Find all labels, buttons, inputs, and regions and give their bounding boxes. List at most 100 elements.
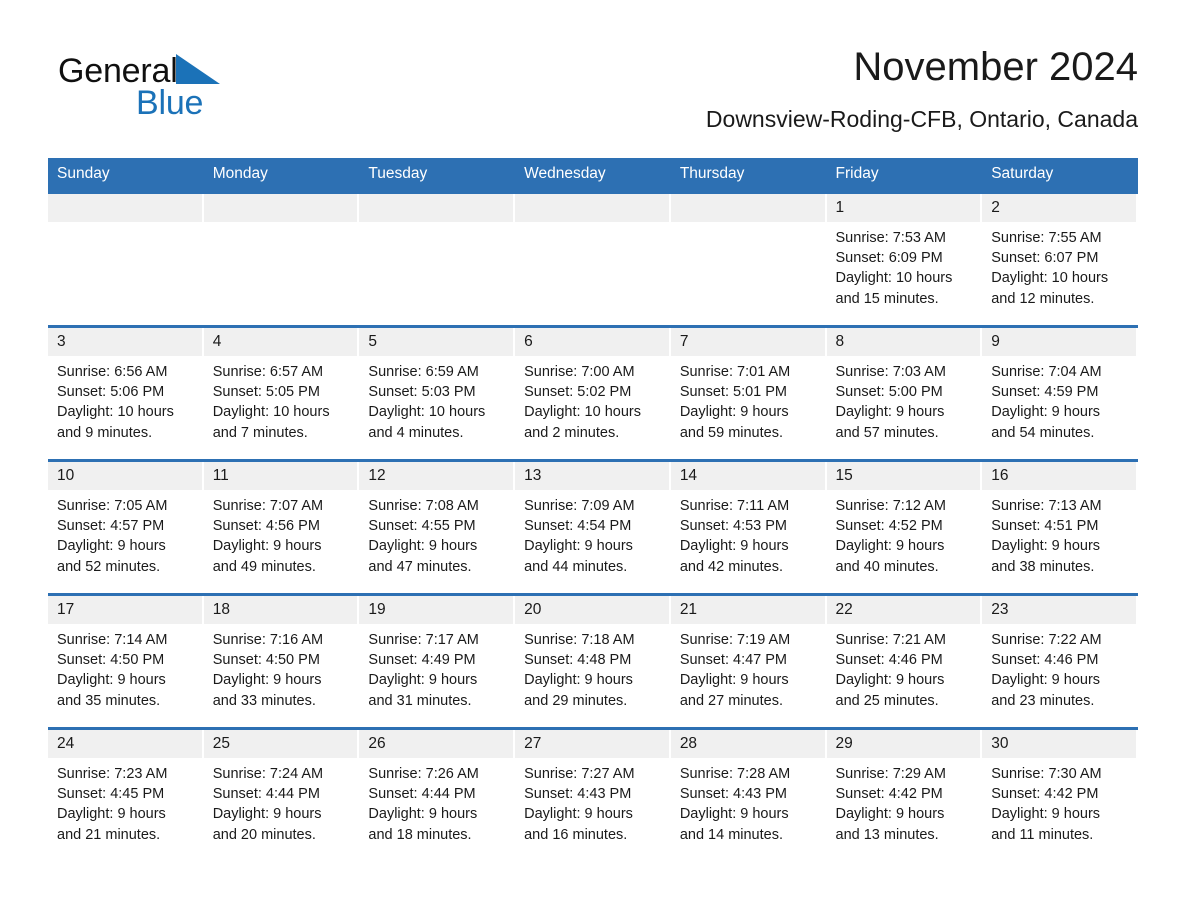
- day-cell[interactable]: 11 Sunrise: 7:07 AM Sunset: 4:56 PM Dayligh…: [203, 459, 360, 595]
- sunrise-text: Sunrise: 7:29 AM: [835, 766, 946, 782]
- day-cell[interactable]: 30 Sunrise: 7:30 AM Sunset: 4:42 PM Dayligh…: [982, 727, 1138, 861]
- day-cell[interactable]: [359, 191, 516, 327]
- sunset-text: Sunset: 4:47 PM: [679, 652, 788, 669]
- calendar-table: Sunday Monday Tuesday Wednesday Thursday…: [48, 158, 1138, 861]
- weekday-header-monday: Monday: [203, 158, 360, 193]
- day-cell[interactable]: 6 Sunrise: 7:00 AM Sunset: 5:02 PM Daylight…: [515, 325, 671, 461]
- daylight-text-line2: and 13 minutes.: [835, 826, 939, 843]
- day-details: Sunrise: 7:01 AM Sunset: 5:01 PM Daylight:…: [671, 356, 825, 443]
- sunset-text: Sunset: 6:09 PM: [835, 250, 943, 267]
- daylight-text-line2: and 42 minutes.: [679, 558, 783, 575]
- day-cell[interactable]: 7 Sunrise: 7:01 AM Sunset: 5:01 PM Daylight…: [670, 325, 827, 461]
- title-block: November 2024 Downsview-Roding-CFB, Onta…: [338, 42, 1138, 136]
- day-details: Sunrise: 7:13 AM Sunset: 4:51 PM Daylight:…: [982, 490, 1136, 577]
- daylight-text-line1: Daylight: 9 hours: [991, 404, 1101, 421]
- day-cell[interactable]: [515, 191, 671, 327]
- day-details: [515, 222, 669, 228]
- sunset-text: Sunset: 4:59 PM: [991, 384, 1099, 401]
- sunrise-text: Sunrise: 7:00 AM: [524, 364, 635, 380]
- day-details: Sunrise: 7:09 AM Sunset: 4:54 PM Daylight:…: [515, 490, 669, 577]
- day-cell[interactable]: 2 Sunrise: 7:55 AM Sunset: 6:07 PM Daylight…: [982, 191, 1138, 327]
- daylight-text-line2: and 31 minutes.: [368, 692, 472, 709]
- day-details: Sunrise: 7:53 AM Sunset: 6:09 PM Daylight:…: [827, 222, 981, 309]
- daylight-text-line2: and 54 minutes.: [991, 424, 1095, 441]
- day-cell[interactable]: 17 Sunrise: 7:14 AM Sunset: 4:50 PM Dayligh…: [48, 593, 204, 729]
- day-cell[interactable]: [48, 191, 204, 327]
- sunset-text: Sunset: 4:52 PM: [835, 518, 943, 535]
- daylight-text-line2: and 38 minutes.: [991, 558, 1095, 575]
- day-details: Sunrise: 6:59 AM Sunset: 5:03 PM Daylight:…: [359, 356, 513, 443]
- sunrise-text: Sunrise: 7:30 AM: [991, 766, 1102, 782]
- day-cell[interactable]: 28 Sunrise: 7:28 AM Sunset: 4:43 PM Dayligh…: [670, 727, 827, 861]
- daylight-text-line2: and 25 minutes.: [835, 692, 939, 709]
- logo-triangle-icon: [175, 54, 220, 84]
- day-cell[interactable]: 27 Sunrise: 7:27 AM Sunset: 4:43 PM Dayligh…: [515, 727, 671, 861]
- day-details: Sunrise: 7:24 AM Sunset: 4:44 PM Daylight:…: [204, 758, 358, 845]
- day-cell[interactable]: 14 Sunrise: 7:11 AM Sunset: 4:53 PM Dayligh…: [670, 459, 827, 595]
- day-cell[interactable]: 9 Sunrise: 7:04 AM Sunset: 4:59 PM Daylight…: [982, 325, 1138, 461]
- sunset-text: Sunset: 5:03 PM: [368, 384, 476, 401]
- daylight-text-line2: and 57 minutes.: [835, 424, 939, 441]
- day-cell[interactable]: [670, 191, 827, 327]
- day-details: Sunrise: 7:21 AM Sunset: 4:46 PM Daylight:…: [827, 624, 981, 711]
- day-cell[interactable]: [203, 191, 360, 327]
- daylight-text-line2: and 12 minutes.: [991, 290, 1095, 307]
- sunset-text: Sunset: 4:44 PM: [368, 786, 476, 803]
- sunset-text: Sunset: 4:55 PM: [368, 518, 476, 535]
- daylight-text-line1: Daylight: 10 hours: [57, 404, 174, 421]
- day-details: Sunrise: 7:26 AM Sunset: 4:44 PM Daylight:…: [359, 758, 513, 845]
- day-number: 22: [826, 596, 981, 624]
- day-number: 9: [982, 328, 1136, 356]
- day-details: Sunrise: 7:17 AM Sunset: 4:49 PM Daylight:…: [359, 624, 513, 711]
- calendar-body: 1 Sunrise: 7:53 AM Sunset: 6:09 PM Daylight…: [48, 191, 1138, 861]
- day-cell[interactable]: 12 Sunrise: 7:08 AM Sunset: 4:55 PM Dayligh…: [359, 459, 516, 595]
- day-details: [671, 222, 825, 228]
- sunrise-text: Sunrise: 7:08 AM: [368, 498, 479, 514]
- sunrise-text: Sunrise: 7:23 AM: [57, 766, 168, 782]
- day-cell[interactable]: 19 Sunrise: 7:17 AM Sunset: 4:49 PM Dayligh…: [359, 593, 516, 729]
- day-details: [204, 222, 358, 228]
- sunrise-text: Sunrise: 6:56 AM: [57, 364, 168, 380]
- sunset-text: Sunset: 4:56 PM: [212, 518, 320, 535]
- day-cell[interactable]: 23 Sunrise: 7:22 AM Sunset: 4:46 PM Dayligh…: [982, 593, 1138, 729]
- calendar-header-row: Sunday Monday Tuesday Wednesday Thursday…: [48, 158, 1138, 193]
- daylight-text-line2: and 11 minutes.: [991, 826, 1094, 843]
- sunrise-text: Sunrise: 7:07 AM: [212, 498, 324, 514]
- sunrise-text: Sunrise: 7:19 AM: [679, 632, 791, 648]
- day-cell[interactable]: 21 Sunrise: 7:19 AM Sunset: 4:47 PM Dayligh…: [670, 593, 827, 729]
- day-cell[interactable]: 24 Sunrise: 7:23 AM Sunset: 4:45 PM Dayligh…: [48, 727, 204, 861]
- day-details: Sunrise: 7:05 AM Sunset: 4:57 PM Daylight:…: [48, 490, 202, 577]
- logo-text-blue: Blue: [136, 84, 204, 122]
- day-cell[interactable]: 4 Sunrise: 6:57 AM Sunset: 5:05 PM Daylight…: [203, 325, 360, 461]
- weekday-header-sunday: Sunday: [48, 158, 204, 193]
- daylight-text-line2: and 47 minutes.: [368, 558, 472, 575]
- day-cell[interactable]: 22 Sunrise: 7:21 AM Sunset: 4:46 PM Dayligh…: [826, 593, 983, 729]
- day-cell[interactable]: 10 Sunrise: 7:05 AM Sunset: 4:57 PM Dayligh…: [48, 459, 204, 595]
- day-cell[interactable]: 25 Sunrise: 7:24 AM Sunset: 4:44 PM Dayligh…: [203, 727, 360, 861]
- day-number: 28: [670, 730, 825, 758]
- sunset-text: Sunset: 4:50 PM: [212, 652, 320, 669]
- daylight-text-line1: Daylight: 9 hours: [57, 806, 166, 823]
- day-number: 13: [515, 462, 669, 490]
- day-number: 7: [670, 328, 825, 356]
- day-cell[interactable]: 1 Sunrise: 7:53 AM Sunset: 6:09 PM Daylight…: [826, 191, 983, 327]
- day-cell[interactable]: 29 Sunrise: 7:29 AM Sunset: 4:42 PM Dayligh…: [826, 727, 983, 861]
- day-cell[interactable]: 16 Sunrise: 7:13 AM Sunset: 4:51 PM Dayligh…: [982, 459, 1138, 595]
- daylight-text-line2: and 14 minutes.: [679, 826, 783, 843]
- day-cell[interactable]: 13 Sunrise: 7:09 AM Sunset: 4:54 PM Dayligh…: [515, 459, 671, 595]
- day-cell[interactable]: 20 Sunrise: 7:18 AM Sunset: 4:48 PM Dayligh…: [515, 593, 671, 729]
- day-cell[interactable]: 15 Sunrise: 7:12 AM Sunset: 4:52 PM Dayligh…: [826, 459, 983, 595]
- day-cell[interactable]: 18 Sunrise: 7:16 AM Sunset: 4:50 PM Dayligh…: [203, 593, 360, 729]
- sunset-text: Sunset: 4:45 PM: [57, 786, 165, 803]
- sunrise-text: Sunrise: 7:12 AM: [835, 498, 946, 514]
- calendar-week-row: 3 Sunrise: 6:56 AM Sunset: 5:06 PM Daylight…: [48, 325, 1138, 461]
- daylight-text-line2: and 29 minutes.: [524, 692, 628, 709]
- day-cell[interactable]: 8 Sunrise: 7:03 AM Sunset: 5:00 PM Daylight…: [826, 325, 983, 461]
- generalblue-logo[interactable]: General Blue: [58, 52, 318, 130]
- day-cell[interactable]: 5 Sunrise: 6:59 AM Sunset: 5:03 PM Daylight…: [359, 325, 516, 461]
- sunset-text: Sunset: 4:42 PM: [991, 786, 1099, 803]
- day-details: Sunrise: 7:29 AM Sunset: 4:42 PM Daylight:…: [827, 758, 981, 845]
- day-cell[interactable]: 3 Sunrise: 6:56 AM Sunset: 5:06 PM Daylight…: [48, 325, 204, 461]
- day-number: [203, 194, 358, 222]
- day-cell[interactable]: 26 Sunrise: 7:26 AM Sunset: 4:44 PM Dayligh…: [359, 727, 516, 861]
